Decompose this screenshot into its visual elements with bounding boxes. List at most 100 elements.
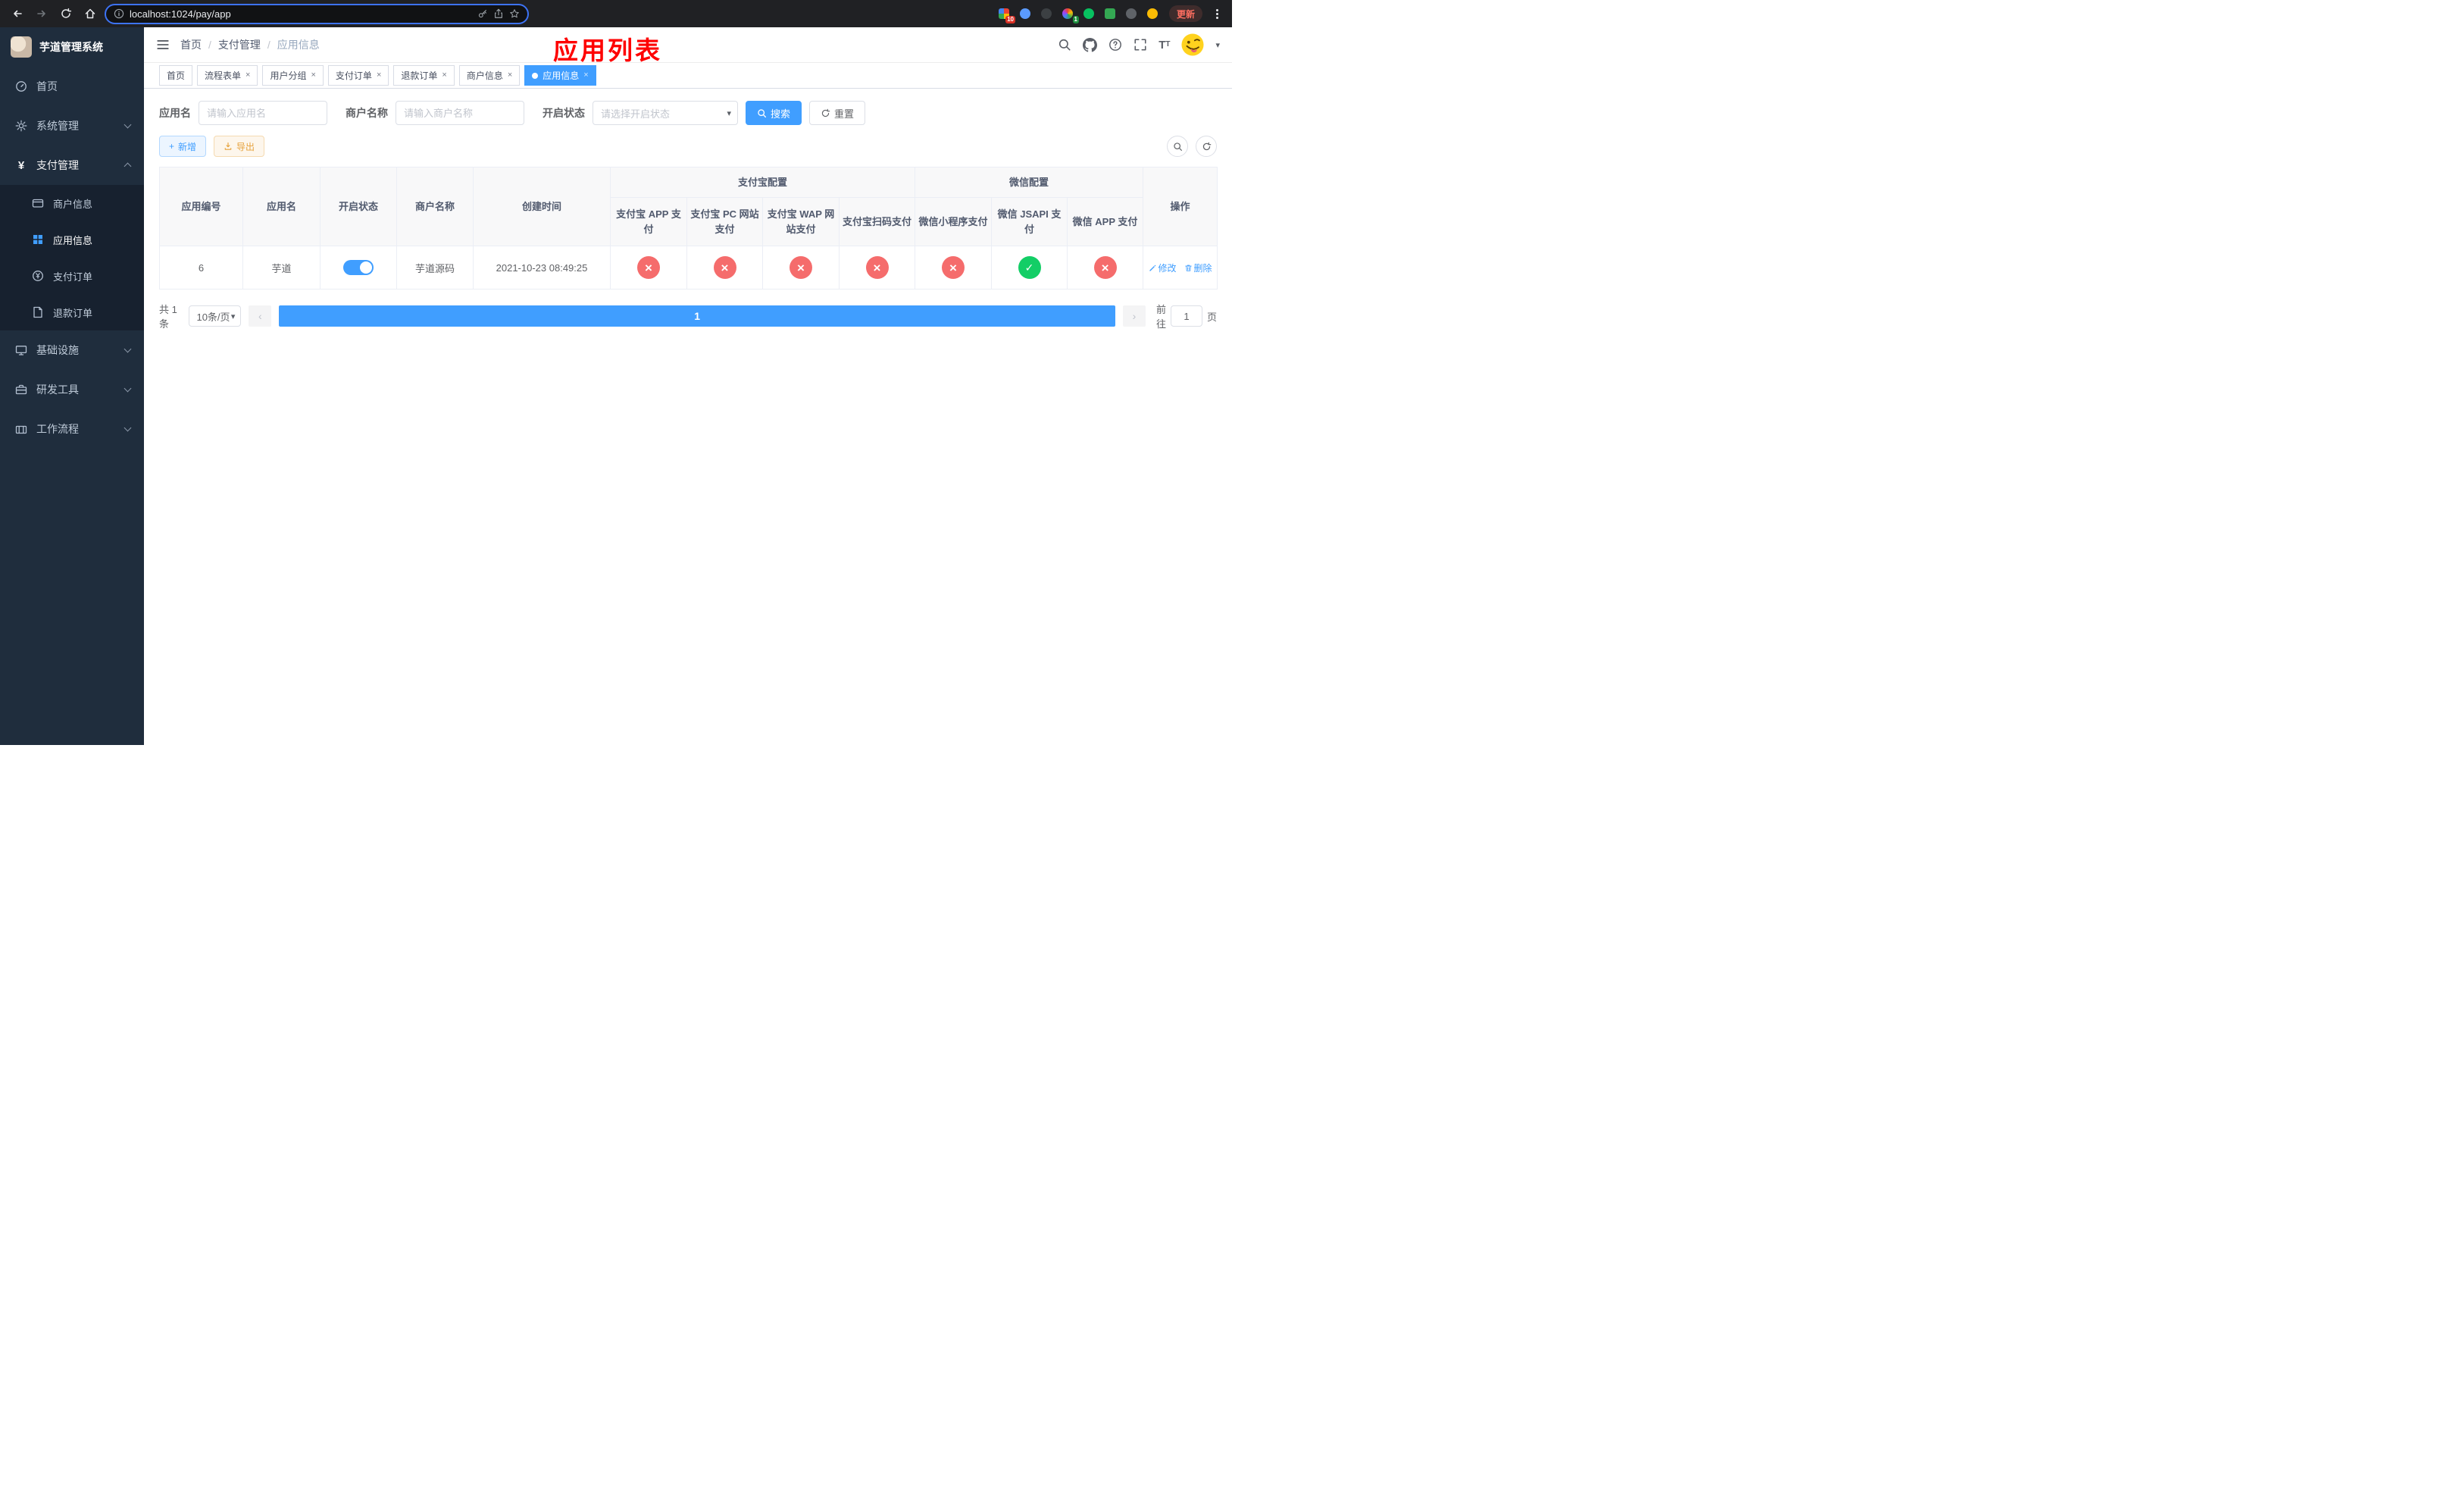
close-icon[interactable]: × [583, 71, 588, 80]
sidebar-item-dev-tools[interactable]: 研发工具 [0, 370, 144, 409]
export-button[interactable]: 导出 [214, 136, 265, 157]
sidebar-item-label: 基础设施 [36, 344, 79, 356]
close-icon[interactable]: × [245, 71, 250, 80]
share-icon[interactable] [493, 8, 504, 19]
help-icon[interactable] [1108, 38, 1122, 52]
address-bar[interactable]: localhost:1024/pay/app [105, 3, 529, 24]
chevron-down-icon [124, 121, 132, 129]
app-name-input[interactable] [199, 101, 327, 125]
briefcase-icon [15, 423, 27, 435]
reset-button[interactable]: 重置 [809, 101, 866, 125]
row-actions: 修改 删除 [1149, 261, 1212, 274]
sidebar-item-pay-orders[interactable]: 支付订单 [0, 258, 144, 294]
tab-pay-orders[interactable]: 支付订单 × [327, 65, 389, 86]
extension-icon-colorwheel[interactable]: 1 [1058, 5, 1079, 23]
close-icon[interactable]: × [311, 71, 315, 80]
prev-page-button[interactable]: ‹ [249, 305, 272, 327]
refresh-button[interactable] [1196, 136, 1217, 157]
col-header-alipay-app: 支付宝 APP 支付 [610, 197, 687, 246]
tab-merchant-info[interactable]: 商户信息 × [458, 65, 521, 86]
search-button[interactable]: 搜索 [746, 101, 802, 125]
status-select[interactable]: 请选择开启状态 ▾ [593, 101, 738, 125]
extension-icon-wechat[interactable] [1080, 5, 1098, 23]
tabs-bar: 首页 流程表单 × 用户分组 × 支付订单 × 退款订单 × 商户信息 × 应用信息 × [144, 63, 1232, 89]
extension-icon-dark[interactable] [1037, 5, 1055, 23]
col-group-wechat: 微信配置 [915, 167, 1144, 198]
url-text[interactable]: localhost:1024/pay/app [130, 8, 472, 20]
sidebar-item-merchant-info[interactable]: 商户信息 [0, 185, 144, 221]
github-icon[interactable] [1083, 37, 1098, 52]
edit-link[interactable]: 修改 [1149, 261, 1177, 274]
tab-app-info[interactable]: 应用信息 × [524, 65, 596, 86]
browser-update-button[interactable]: 更新 [1168, 5, 1202, 22]
search-icon[interactable] [1058, 38, 1071, 52]
sidebar-item-system[interactable]: 系统管理 [0, 106, 144, 146]
sidebar-item-home[interactable]: 首页 [0, 67, 144, 106]
cell-app-name: 芋道 [242, 246, 321, 290]
extension-icon-grid[interactable]: 10 [995, 5, 1015, 23]
extension-badge: 1 [1072, 16, 1079, 23]
app-name-label: 应用名 [159, 107, 191, 119]
extension-icon-plugin[interactable] [1122, 5, 1140, 23]
page-size-select[interactable]: 10条/页 ▾ [189, 305, 242, 327]
reload-icon[interactable] [56, 4, 76, 23]
site-info-icon[interactable] [114, 8, 124, 19]
add-button[interactable]: + 新增 [159, 136, 207, 157]
browser-menu-icon[interactable] [1210, 5, 1224, 23]
delete-link[interactable]: 删除 [1184, 261, 1212, 274]
sidebar-item-workflow[interactable]: 工作流程 [0, 409, 144, 449]
header-icons: TT ▾ [1058, 33, 1220, 56]
col-group-alipay: 支付宝配置 [609, 167, 916, 198]
breadcrumb-payment[interactable]: 支付管理 [218, 37, 261, 52]
breadcrumb-home[interactable]: 首页 [180, 37, 202, 52]
merchant-name-input[interactable] [396, 101, 524, 125]
fullscreen-icon[interactable] [1134, 38, 1147, 52]
app-logo [11, 36, 32, 58]
goto-page-input[interactable] [1170, 305, 1202, 327]
password-key-icon[interactable] [477, 8, 488, 19]
grid-icon [32, 233, 44, 246]
avatar-caret-icon[interactable]: ▾ [1215, 40, 1220, 50]
hamburger-icon[interactable] [156, 38, 170, 52]
cell-merchant: 芋道源码 [396, 246, 474, 290]
font-size-icon[interactable]: TT [1159, 39, 1170, 51]
sidebar-logo-row[interactable]: 芋道管理系统 [0, 27, 144, 67]
page-number-button[interactable]: 1 [279, 305, 1115, 327]
col-header-alipay-pc: 支付宝 PC 网站支付 [686, 197, 763, 246]
table-toolbar: + 新增 导出 [159, 136, 1217, 157]
tab-process-form[interactable]: 流程表单 × [197, 65, 258, 86]
sidebar-item-label: 退款订单 [53, 307, 93, 319]
sidebar-item-infra[interactable]: 基础设施 [0, 330, 144, 370]
back-icon[interactable] [8, 4, 27, 23]
tab-label: 退款订单 [401, 70, 438, 81]
extension-icon-face[interactable] [1143, 5, 1162, 23]
avatar[interactable] [1181, 33, 1204, 56]
close-icon[interactable]: × [508, 71, 512, 80]
close-icon[interactable]: × [377, 71, 381, 80]
next-page-button[interactable]: › [1122, 305, 1146, 327]
status-toggle[interactable] [343, 260, 374, 275]
bookmark-star-icon[interactable] [509, 8, 520, 19]
filter-form: 应用名 商户名称 开启状态 请选择开启状态 ▾ 搜索 重置 [159, 101, 1217, 125]
toggle-search-button[interactable] [1167, 136, 1188, 157]
chevron-up-icon [124, 162, 132, 171]
sidebar-item-refund-orders[interactable]: 退款订单 [0, 294, 144, 330]
forward-icon[interactable] [32, 4, 52, 23]
extension-icon-pin[interactable] [1016, 5, 1034, 23]
col-header-wx-app: 微信 APP 支付 [1067, 197, 1144, 246]
app-shell: 芋道管理系统 首页 系统管理 ¥ 支付管理 商户信息 应用信息 支付订单 退款订… [0, 27, 1232, 745]
sidebar-item-app-info[interactable]: 应用信息 [0, 221, 144, 258]
tab-refund-orders[interactable]: 退款订单 × [393, 65, 455, 86]
delete-link-label: 删除 [1193, 262, 1212, 274]
sidebar-item-payment[interactable]: ¥ 支付管理 [0, 146, 144, 185]
card-icon [32, 197, 44, 209]
tab-user-group[interactable]: 用户分组 × [262, 65, 324, 86]
home-icon[interactable] [80, 4, 100, 23]
pagination-total: 共 1 条 [159, 304, 177, 330]
extension-icon-note[interactable] [1101, 5, 1119, 23]
tab-home[interactable]: 首页 [159, 65, 193, 86]
close-icon[interactable]: × [442, 71, 446, 80]
sidebar-item-label: 商户信息 [53, 198, 93, 210]
plus-icon: + [169, 141, 175, 152]
export-button-label: 导出 [236, 141, 255, 152]
